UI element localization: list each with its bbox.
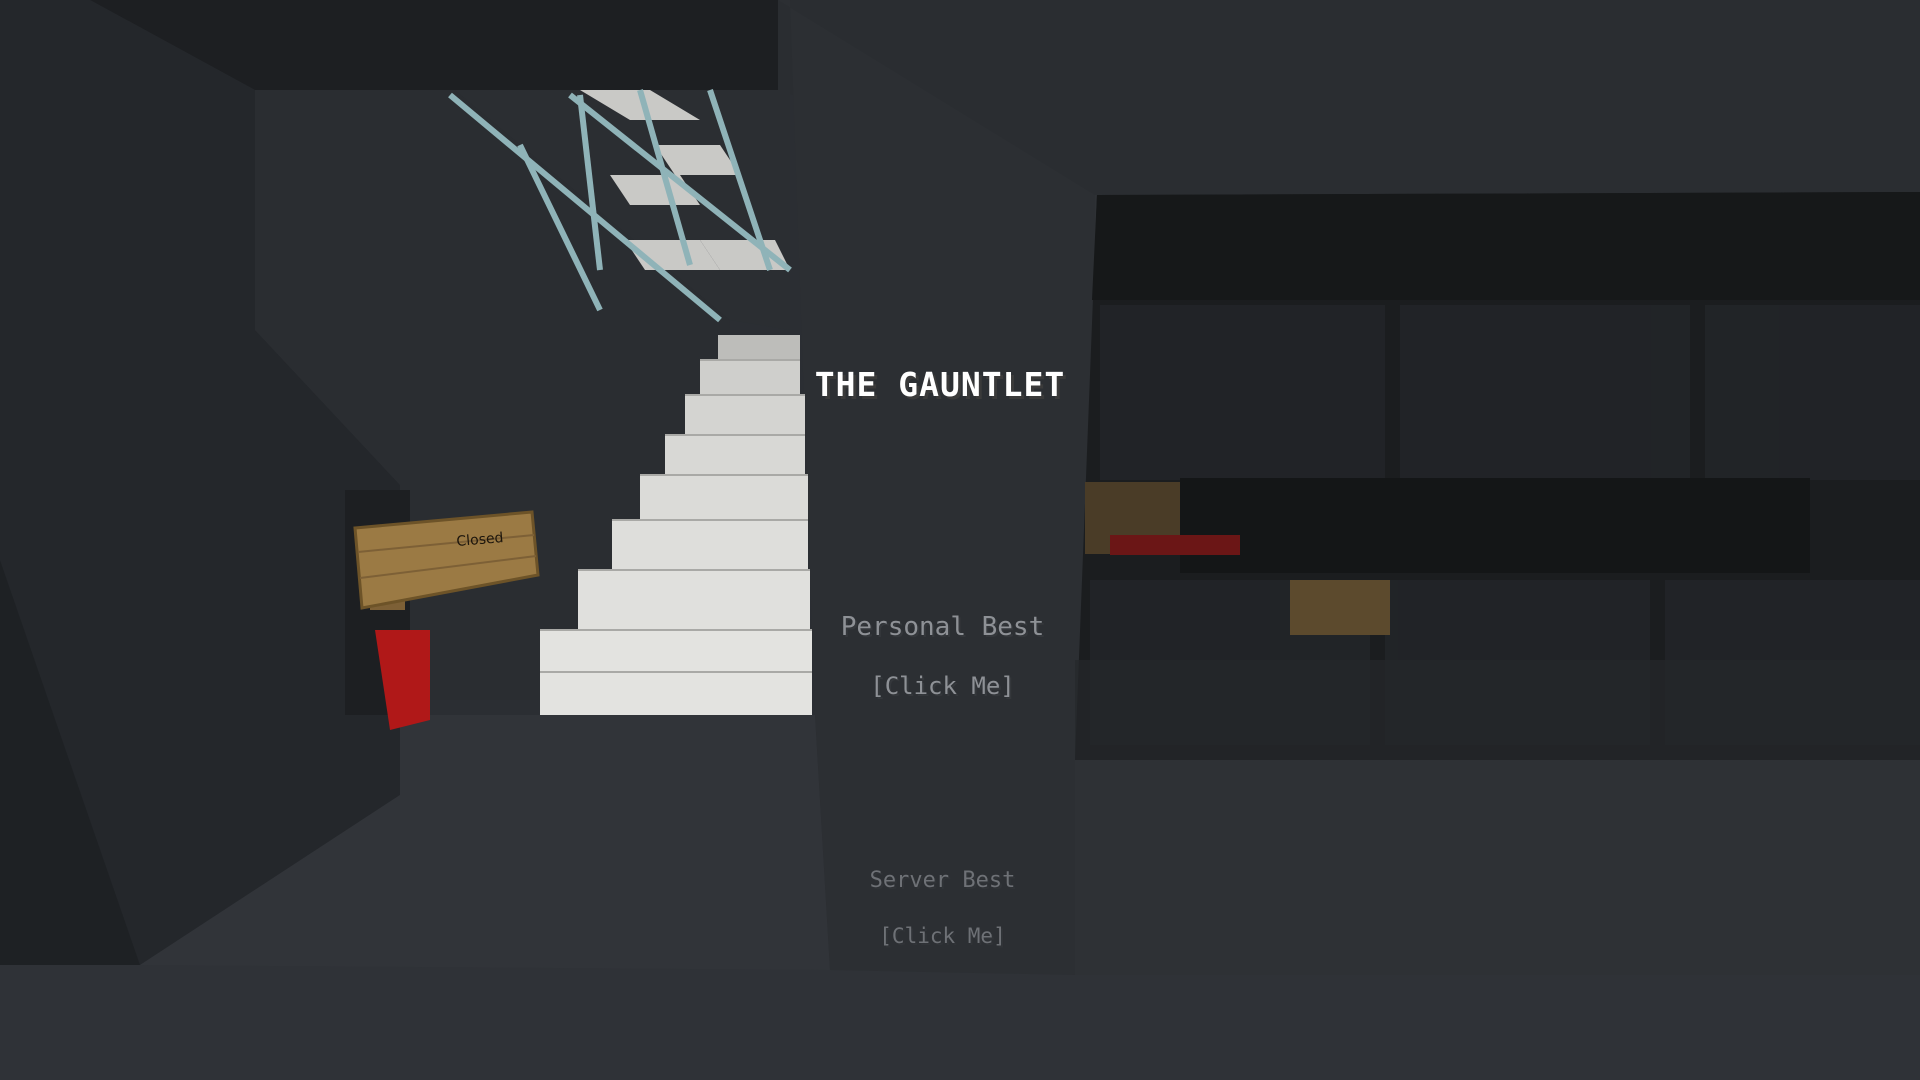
display-window-lower: [1075, 660, 1920, 760]
display-window-top: [1092, 192, 1920, 300]
game-viewport[interactable]: Closed THE GAUNTLET Personal Best [Click…: [0, 0, 1920, 1080]
personal-best-label: Personal Best: [840, 612, 1045, 642]
server-best-click-me[interactable]: [Click Me]: [820, 926, 1065, 947]
title-hologram: THE GAUNTLET: [814, 365, 1066, 404]
personal-best-hologram[interactable]: Personal Best [Click Me]: [800, 582, 1085, 730]
display-crate-red: [1110, 535, 1240, 555]
server-best-hologram[interactable]: Server Best [Click Me]: [820, 838, 1065, 979]
display-crate-2: [1290, 580, 1390, 635]
server-best-label: Server Best: [869, 868, 1016, 893]
personal-best-click-me[interactable]: [Click Me]: [800, 674, 1085, 698]
display-shelf: [1180, 478, 1810, 573]
